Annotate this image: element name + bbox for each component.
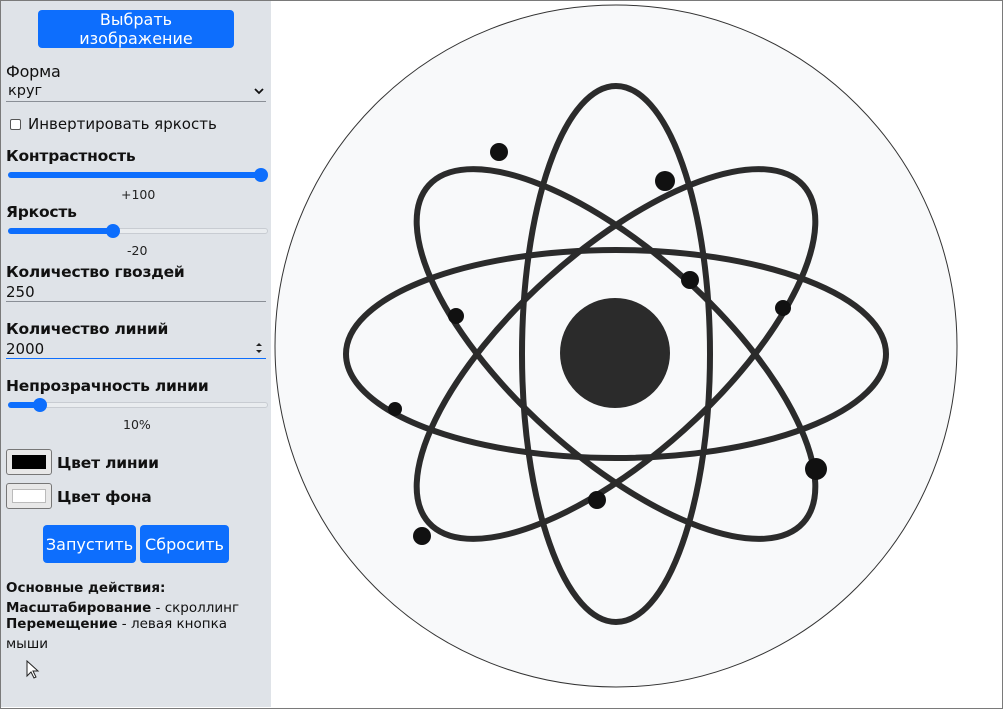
lines-label: Количество линий [6,320,169,338]
choose-image-button[interactable]: Выбрать изображение [38,10,234,48]
invert-checkbox[interactable] [10,119,21,130]
electron [490,143,508,161]
electron [655,171,675,191]
string-art-canvas[interactable] [271,1,1001,707]
opacity-value: 10% [123,417,151,432]
reset-button[interactable]: Сбросить [140,525,229,563]
lines-input-underline [6,358,266,359]
contrast-label: Контрастность [6,147,136,165]
invert-label: Инвертировать яркость [28,115,217,133]
help-move-label: Перемещение [6,616,118,632]
string-art-image [274,4,958,688]
electron [805,458,827,480]
line-color-swatch [12,455,46,469]
spinner-arrows-icon[interactable] [254,341,264,355]
bg-color-picker[interactable] [6,483,52,509]
opacity-slider[interactable] [8,397,268,413]
line-color-picker[interactable] [6,449,52,475]
contrast-value: +100 [121,187,156,202]
shape-select-value: круг [8,83,43,99]
help-title: Основные действия: [6,580,166,596]
brightness-label: Яркость [6,203,77,221]
electron [775,300,791,316]
brightness-slider[interactable] [8,223,268,239]
electron [388,402,402,416]
brightness-value: -20 [127,243,148,258]
chevron-down-icon [254,88,264,95]
line-color-label: Цвет линии [57,454,159,472]
nails-input[interactable]: 250 [6,283,35,301]
shape-select-underline [6,101,266,102]
opacity-label: Непрозрачность линии [6,377,209,395]
electron [681,271,699,289]
shape-label: Форма [6,62,61,81]
lines-input[interactable]: 2000 [6,340,44,358]
electron [588,491,606,509]
start-button[interactable]: Запустить [43,525,136,563]
bg-color-label: Цвет фона [57,488,152,506]
electron [448,308,464,324]
nails-input-underline [6,301,266,302]
mouse-pointer-icon [26,660,40,679]
contrast-slider[interactable] [8,167,268,183]
atom-nucleus [560,298,670,408]
nails-label: Количество гвоздей [6,263,185,281]
electron [413,527,431,545]
shape-select[interactable]: круг [6,82,266,102]
bg-color-swatch [12,489,46,503]
control-panel: Выбрать изображение Форма круг Инвертиро… [1,1,271,707]
help-text: Основные действия: Масштабирование - скр… [6,578,271,654]
